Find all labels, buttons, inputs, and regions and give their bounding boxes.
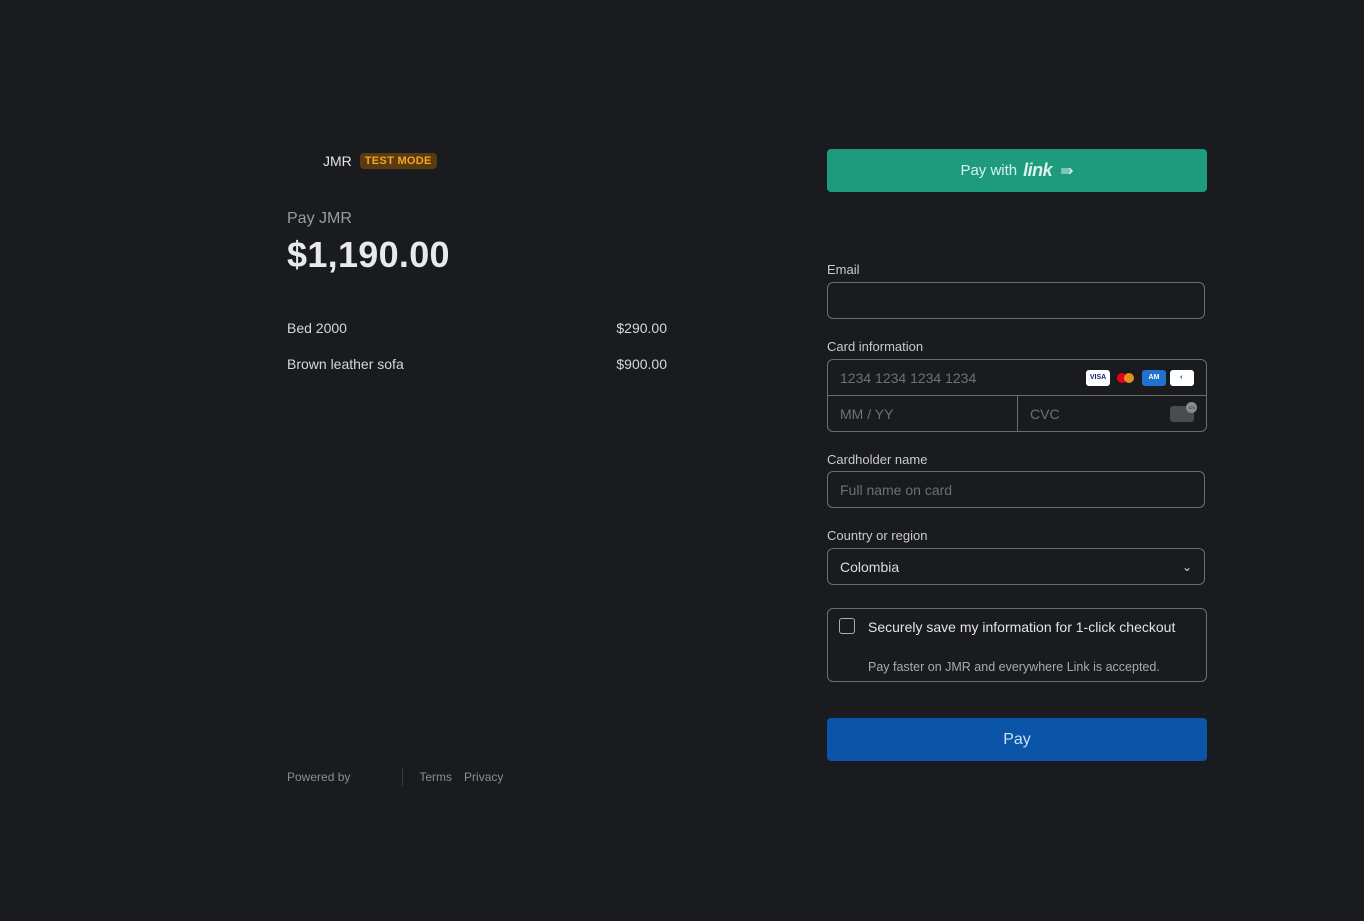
line-item-price: $900.00: [616, 356, 667, 372]
save-info-subtitle: Pay faster on JMR and everywhere Link is…: [868, 660, 1160, 674]
merchant-name: JMR: [323, 153, 352, 169]
amex-icon: AM: [1142, 369, 1166, 386]
pay-with-label: Pay with: [960, 162, 1018, 179]
line-item-name: Bed 2000: [287, 320, 347, 336]
line-items: Bed 2000 $290.00 Brown leather sofa $900…: [287, 320, 667, 392]
chevron-down-icon: ⌄: [1181, 559, 1192, 574]
email-label: Email: [827, 262, 860, 277]
expiry-placeholder: MM / YY: [840, 405, 894, 422]
line-item: Brown leather sofa $900.00: [287, 356, 667, 392]
pay-button[interactable]: Pay: [827, 718, 1207, 761]
cardholder-placeholder: Full name on card: [840, 481, 953, 498]
card-number-input[interactable]: 1234 1234 1234 1234 VISA AM ◐: [827, 359, 1207, 396]
country-value: Colombia: [840, 558, 900, 575]
line-item: Bed 2000 $290.00: [287, 320, 667, 356]
total-amount: $1,190.00: [287, 234, 450, 275]
card-brands: VISA AM ◐: [1086, 369, 1194, 386]
email-field[interactable]: [827, 282, 1205, 319]
privacy-link[interactable]: Privacy: [464, 770, 503, 784]
test-mode-badge: TEST MODE: [359, 153, 437, 169]
card-information-group: 1234 1234 1234 1234 VISA AM ◐ MM / YY CV…: [827, 359, 1207, 432]
save-info-checkbox[interactable]: [839, 618, 855, 634]
expiry-input[interactable]: MM / YY: [827, 395, 1018, 432]
footer-divider: [402, 768, 404, 786]
cvc-card-icon: [1170, 401, 1197, 422]
pay-to-label: Pay JMR: [287, 210, 352, 227]
cvc-placeholder: CVC: [1030, 405, 1060, 422]
terms-link[interactable]: Terms: [419, 770, 452, 784]
line-item-price: $290.00: [616, 320, 667, 336]
visa-icon: VISA: [1086, 369, 1110, 386]
checkout-page: JMR TEST MODE Pay JMR $1,190.00 Bed 2000…: [0, 0, 1364, 921]
diners-club-icon: ◐: [1170, 369, 1194, 386]
country-label: Country or region: [827, 528, 928, 543]
country-select[interactable]: Colombia ⌄: [827, 548, 1205, 585]
powered-by-text: Powered by: [287, 770, 351, 784]
pay-button-label: Pay: [1003, 730, 1031, 748]
card-number-placeholder: 1234 1234 1234 1234: [840, 369, 977, 386]
save-info-title: Securely save my information for 1-click…: [868, 619, 1176, 635]
line-item-name: Brown leather sofa: [287, 356, 404, 372]
arrow-right-icon: ⇛: [1060, 162, 1074, 180]
save-info-box: Securely save my information for 1-click…: [827, 608, 1207, 682]
pay-with-link-button[interactable]: Pay with link ⇛: [827, 149, 1207, 192]
merchant-header: JMR TEST MODE: [323, 153, 437, 169]
card-information-label: Card information: [827, 339, 924, 354]
cardholder-name-input[interactable]: Full name on card: [827, 471, 1205, 508]
link-logo: link: [1023, 160, 1053, 180]
cardholder-name-label: Cardholder name: [827, 452, 928, 467]
cvc-input[interactable]: CVC: [1017, 395, 1207, 432]
mastercard-icon: [1114, 370, 1138, 386]
footer: Powered by Terms Privacy: [287, 768, 515, 786]
